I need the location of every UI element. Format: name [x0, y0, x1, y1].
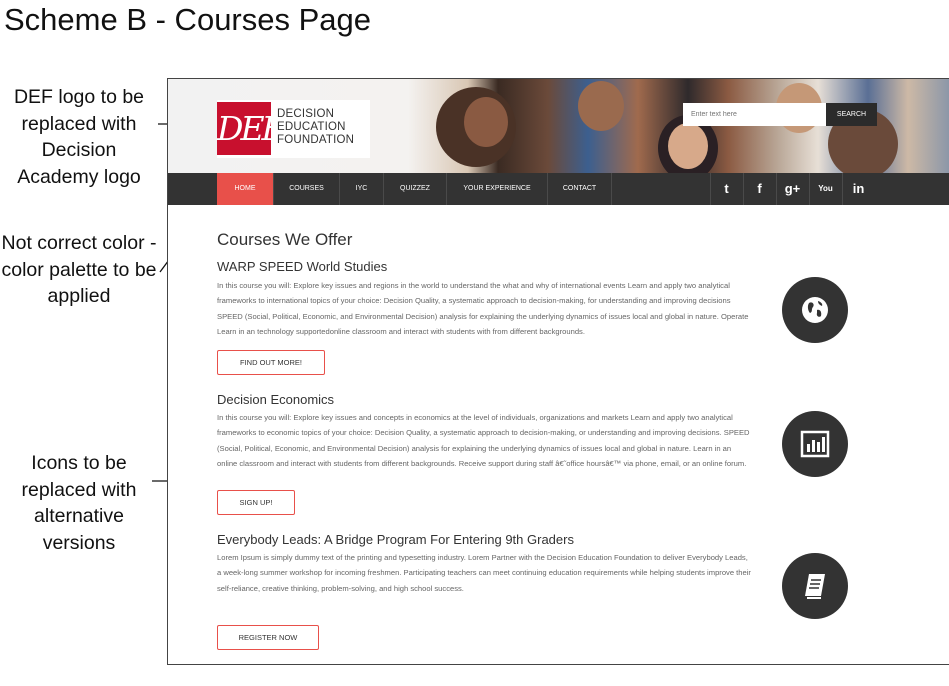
hero-photo-face — [668, 123, 708, 169]
main-nav: HOME COURSES IYC QUIZZEZ YOUR EXPERIENCE… — [168, 173, 949, 205]
nav-your-experience[interactable]: YOUR EXPERIENCE — [447, 173, 548, 205]
search-button[interactable]: SEARCH — [826, 103, 877, 126]
nav-quizzez[interactable]: QUIZZEZ — [384, 173, 447, 205]
hero-banner: DEF DECISION EDUCATION FOUNDATION SEARCH — [168, 79, 949, 173]
page-title: Courses We Offer — [217, 230, 353, 249]
search-input[interactable] — [683, 103, 826, 126]
website-mockup: DEF DECISION EDUCATION FOUNDATION SEARCH… — [167, 78, 949, 665]
nav-home[interactable]: HOME — [217, 173, 274, 205]
def-logo-text: DECISION EDUCATION FOUNDATION — [277, 108, 354, 147]
search-bar: SEARCH — [683, 103, 877, 126]
hero-photo-face — [578, 81, 624, 131]
linkedin-icon[interactable]: in — [842, 173, 874, 205]
youtube-icon[interactable]: You — [809, 173, 841, 205]
globe-icon — [802, 297, 828, 323]
course-title: Everybody Leads: A Bridge Program For En… — [217, 532, 574, 547]
find-out-more-button[interactable]: FIND OUT MORE! — [217, 350, 325, 375]
course-icon-circle — [782, 411, 848, 477]
twitter-icon[interactable]: t — [710, 173, 742, 205]
nav-iyc[interactable]: IYC — [340, 173, 384, 205]
bar-chart-icon — [800, 430, 830, 458]
logo-line-1: DECISION — [277, 108, 335, 120]
book-icon — [805, 574, 825, 599]
def-logo[interactable]: DEF DECISION EDUCATION FOUNDATION — [217, 100, 370, 158]
def-logo-mark: DEF — [217, 102, 284, 155]
logo-line-2: EDUCATION — [277, 121, 346, 133]
course-description: In this course you will: Explore key iss… — [217, 281, 749, 337]
nav-courses[interactable]: COURSES — [274, 173, 340, 205]
course-icon-circle — [782, 277, 848, 343]
course-title: WARP SPEED World Studies — [217, 259, 388, 274]
hero-photo-face — [464, 97, 508, 147]
sign-up-button[interactable]: SIGN UP! — [217, 490, 295, 515]
course-description: Lorem Ipsum is simply dummy text of the … — [217, 553, 751, 593]
google-plus-icon[interactable]: g+ — [776, 173, 808, 205]
nav-contact[interactable]: CONTACT — [548, 173, 612, 205]
register-now-button[interactable]: REGISTER NOW — [217, 625, 319, 650]
course-title: Decision Economics — [217, 392, 335, 407]
logo-line-3: FOUNDATION — [277, 134, 355, 146]
facebook-icon[interactable]: f — [743, 173, 775, 205]
course-icon-circle — [782, 553, 848, 619]
course-description: In this course you will: Explore key iss… — [217, 413, 750, 469]
